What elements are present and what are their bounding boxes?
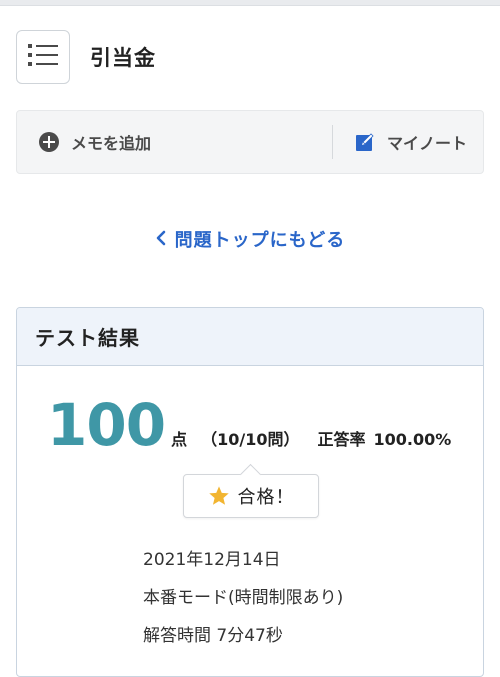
star-icon [208, 485, 230, 507]
add-memo-label: メモを追加 [71, 134, 152, 153]
back-to-top-label: 問題トップにもどる [174, 230, 346, 251]
test-result-card: テスト結果 100 点 （10/10問） 正答率 100.00% 合格！ 202… [16, 307, 484, 677]
test-date: 2021年12月14日 [143, 550, 281, 570]
score-row: 100 点 （10/10問） 正答率 100.00% [47, 396, 451, 454]
test-mode: 本番モード(時間制限あり) [143, 588, 344, 608]
score-value: 100 [47, 391, 166, 459]
my-note-label: マイノート [387, 134, 468, 153]
back-to-top-link[interactable]: 問題トップにもどる [0, 226, 500, 252]
list-menu-icon [28, 42, 58, 72]
answer-time: 解答時間 7分47秒 [143, 626, 283, 646]
edit-note-icon [355, 132, 375, 152]
top-divider [0, 0, 500, 6]
result-meta: 2021年12月14日 本番モード(時間制限あり) 解答時間 7分47秒 [143, 548, 343, 662]
chevron-left-icon [155, 230, 167, 251]
add-memo-button[interactable]: メモを追加 [17, 111, 332, 173]
score-unit: 点 [171, 430, 188, 449]
result-card-header: テスト結果 [17, 308, 483, 366]
pass-badge: 合格！ [183, 474, 319, 518]
result-title: テスト結果 [35, 326, 140, 350]
plus-circle-icon [39, 132, 59, 152]
pass-label: 合格！ [237, 487, 295, 508]
menu-button[interactable] [16, 30, 70, 84]
toolbar: メモを追加 マイノート [16, 110, 484, 174]
my-note-button[interactable]: マイノート [333, 111, 483, 173]
correct-rate-value: 100.00% [373, 430, 452, 449]
page-title: 引当金 [90, 46, 156, 70]
header: 引当金 [16, 30, 156, 84]
score-detail: （10/10問） [201, 430, 300, 449]
correct-rate-label: 正答率 [317, 430, 366, 449]
